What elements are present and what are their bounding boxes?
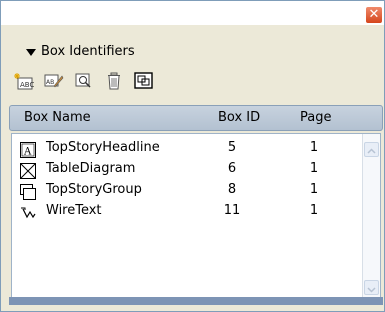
svg-text:AB: AB — [46, 79, 54, 86]
new-identifier-button[interactable]: ABC — [13, 69, 35, 93]
box-name: WireText — [46, 203, 102, 218]
panel-header[interactable]: Box Identifiers — [9, 43, 383, 61]
scroll-down-button[interactable] — [364, 280, 379, 295]
box-id: 6 — [227, 161, 237, 176]
scroll-up-button[interactable] — [364, 142, 379, 157]
palette-bottom-bar — [9, 297, 383, 305]
text-box-icon: A — [20, 142, 36, 158]
box-page: 1 — [309, 182, 319, 197]
box-page: 1 — [309, 140, 319, 155]
toolbar: ABC AB — [9, 69, 383, 97]
svg-text:ABC: ABC — [20, 81, 34, 89]
chevron-up-icon — [367, 148, 376, 154]
group-icon — [20, 184, 36, 200]
new-identifier-icon: ABC — [14, 73, 34, 90]
box-name: TopStoryHeadline — [46, 140, 160, 155]
box-id: 11 — [223, 203, 241, 218]
box-name: TableDiagram — [46, 161, 136, 176]
panel-title: Box Identifiers — [41, 44, 135, 59]
rename-identifier-icon: AB — [44, 74, 64, 88]
column-header-page[interactable]: Page — [300, 110, 331, 125]
box-page: 1 — [309, 161, 319, 176]
box-page: 1 — [309, 203, 319, 218]
rename-identifier-button[interactable]: AB — [43, 69, 65, 93]
chevron-down-icon — [367, 287, 376, 293]
box-name: TopStoryGroup — [46, 182, 142, 197]
find-box-button[interactable] — [73, 69, 95, 93]
group-boxes-button[interactable] — [133, 69, 155, 93]
picture-box-icon — [20, 163, 36, 179]
box-id: 8 — [227, 182, 237, 197]
box-list: A TopStoryHeadline 5 1 TableDiagram 6 1 — [11, 133, 381, 301]
column-header: Box Name Box ID Page — [9, 105, 383, 131]
delete-identifier-icon — [108, 72, 120, 90]
title-bar: ✕ — [1, 1, 384, 25]
table-row[interactable]: WireText 11 1 — [12, 202, 360, 223]
delete-identifier-button[interactable] — [103, 69, 125, 93]
collapse-triangle-icon[interactable] — [26, 49, 36, 56]
column-header-box-id[interactable]: Box ID — [218, 110, 260, 125]
find-box-icon — [75, 73, 91, 88]
text-path-icon — [21, 207, 36, 219]
group-boxes-icon — [134, 72, 153, 89]
box-id: 5 — [227, 140, 237, 155]
palette-window: ✕ Box Identifiers ABC AB Box Name Box ID… — [0, 0, 385, 312]
column-header-box-name[interactable]: Box Name — [24, 110, 91, 125]
table-row[interactable]: A TopStoryHeadline 5 1 — [12, 139, 360, 160]
svg-text:A: A — [23, 147, 32, 158]
table-row[interactable]: TopStoryGroup 8 1 — [12, 181, 360, 202]
close-button[interactable]: ✕ — [365, 6, 383, 24]
vertical-scrollbar[interactable] — [362, 134, 380, 300]
box-identifiers-panel: Box Identifiers ABC AB Box Name Box ID P… — [9, 35, 383, 303]
table-row[interactable]: TableDiagram 6 1 — [12, 160, 360, 181]
